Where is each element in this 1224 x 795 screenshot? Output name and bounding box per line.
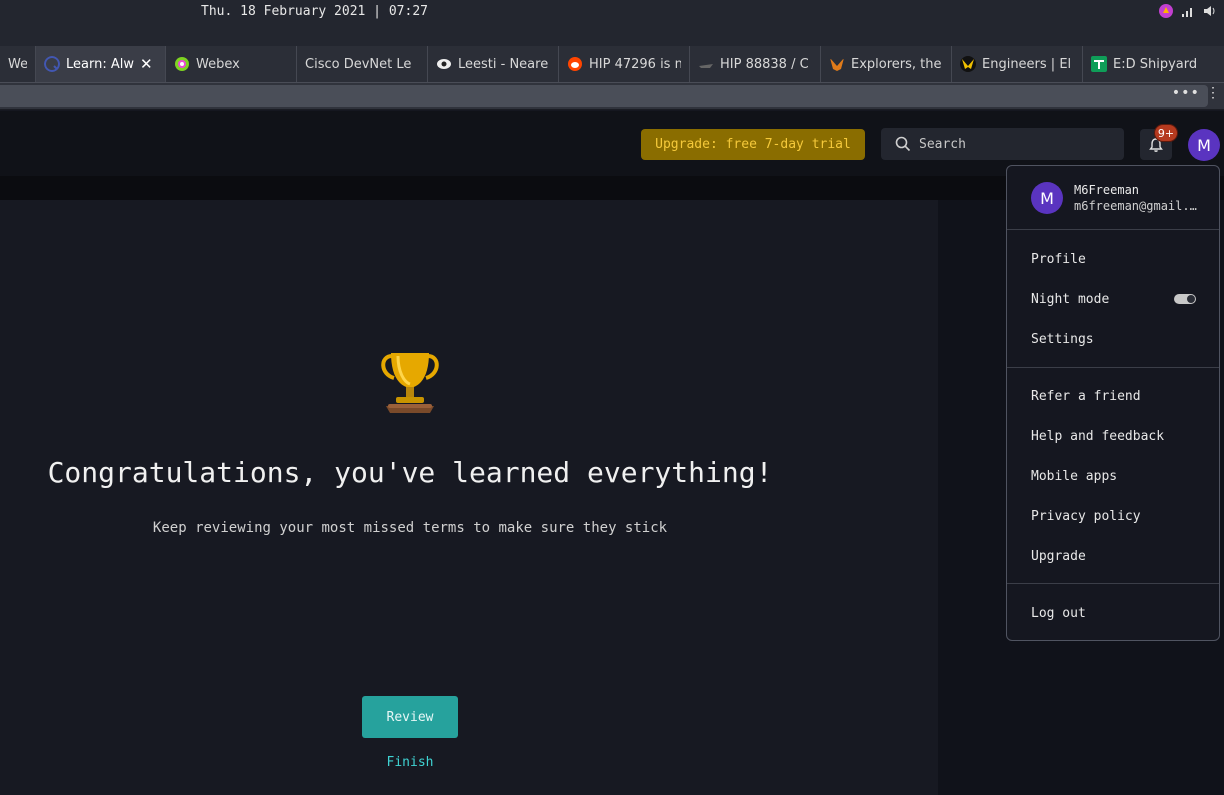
- tab-title: Webex: [196, 56, 240, 72]
- browser-tab-strip: Webl Learn: Alw ✕ Webex Cisco DevNet Le …: [0, 46, 1224, 82]
- tab-title: HIP 47296 is n: [589, 56, 681, 72]
- browser-menu-icon[interactable]: ⋮: [1206, 85, 1220, 101]
- account-avatar-button[interactable]: M: [1188, 129, 1220, 161]
- url-field[interactable]: [0, 85, 1208, 107]
- menu-item-profile[interactable]: Profile: [1031, 252, 1086, 267]
- browser-tab[interactable]: Engineers | El: [952, 46, 1083, 82]
- search-input[interactable]: Search: [881, 128, 1124, 160]
- browser-tab[interactable]: Webex: [166, 46, 297, 82]
- menu-item-privacy[interactable]: Privacy policy: [1031, 509, 1141, 524]
- account-summary: M M6Freeman m6freeman@gmail.…: [1007, 166, 1219, 230]
- ship-icon: [699, 64, 713, 68]
- browser-tab[interactable]: Cisco DevNet Le: [297, 46, 428, 82]
- menu-item-help[interactable]: Help and feedback: [1031, 429, 1164, 444]
- address-bar: ••• ⋮: [0, 82, 1224, 110]
- fox-icon: [830, 58, 844, 71]
- avatar: M: [1031, 182, 1063, 214]
- close-tab-icon[interactable]: ✕: [140, 55, 153, 73]
- search-placeholder: Search: [919, 136, 966, 152]
- tab-title: Leesti - Neare: [458, 56, 549, 72]
- page-actions-icon[interactable]: •••: [1172, 85, 1200, 101]
- tab-title: E:D Shipyard: [1113, 56, 1198, 72]
- quizlet-icon: [44, 56, 60, 72]
- account-menu: M M6Freeman m6freeman@gmail.… Profile Ni…: [1006, 165, 1220, 641]
- tab-title: Learn: Alw: [66, 56, 134, 72]
- browser-tab[interactable]: Webl: [0, 46, 36, 82]
- sheet-icon: [1091, 56, 1107, 72]
- tab-title: Engineers | El: [982, 56, 1072, 72]
- wifi-signal-icon[interactable]: [1180, 3, 1196, 19]
- results-panel: [0, 200, 938, 795]
- email: m6freeman@gmail.…: [1074, 199, 1197, 213]
- menu-item-night-mode[interactable]: Night mode: [1031, 292, 1109, 307]
- night-mode-toggle[interactable]: [1174, 294, 1196, 304]
- tab-title: Cisco DevNet Le: [305, 56, 412, 72]
- search-icon: [895, 136, 911, 152]
- review-button[interactable]: Review: [362, 696, 458, 738]
- trophy-icon: [381, 353, 439, 413]
- tab-title: Webl: [8, 56, 27, 72]
- browser-tab[interactable]: Explorers, the: [821, 46, 952, 82]
- notification-count-badge: 9+: [1154, 124, 1178, 142]
- menu-item-upgrade[interactable]: Upgrade: [1031, 549, 1086, 564]
- menu-divider: [1007, 583, 1219, 584]
- completion-headline: Congratulations, you've learned everythi…: [47, 456, 773, 489]
- tab-title: HIP 88838 / C: [720, 56, 809, 72]
- wings-icon: [960, 56, 976, 72]
- username: M6Freeman: [1074, 183, 1140, 197]
- menu-item-refer[interactable]: Refer a friend: [1031, 389, 1141, 404]
- completion-subtitle: Keep reviewing your most missed terms to…: [152, 520, 668, 536]
- menu-item-logout[interactable]: Log out: [1031, 606, 1086, 621]
- finish-link[interactable]: Finish: [362, 755, 458, 770]
- browser-tab[interactable]: HIP 47296 is n: [559, 46, 690, 82]
- eye-icon: [437, 59, 451, 69]
- upgrade-button[interactable]: Upgrade: free 7-day trial: [641, 129, 865, 160]
- browser-tab[interactable]: E:D Shipyard: [1083, 46, 1213, 82]
- tab-title: Explorers, the: [851, 56, 942, 72]
- webex-icon: [175, 57, 189, 71]
- system-top-bar: Thu. 18 February 2021 | 07:27: [0, 0, 1224, 46]
- volume-icon[interactable]: [1202, 3, 1218, 19]
- browser-tab-active[interactable]: Learn: Alw ✕: [36, 46, 166, 82]
- system-tray: [1158, 3, 1218, 19]
- app-tray-icon[interactable]: [1158, 3, 1174, 19]
- browser-tab[interactable]: Leesti - Neare: [428, 46, 559, 82]
- reddit-icon: [568, 57, 582, 71]
- menu-item-mobile-apps[interactable]: Mobile apps: [1031, 469, 1117, 484]
- menu-item-settings[interactable]: Settings: [1031, 332, 1094, 347]
- browser-tab[interactable]: HIP 88838 / C: [690, 46, 821, 82]
- menu-divider: [1007, 367, 1219, 368]
- system-clock: Thu. 18 February 2021 | 07:27: [201, 4, 428, 19]
